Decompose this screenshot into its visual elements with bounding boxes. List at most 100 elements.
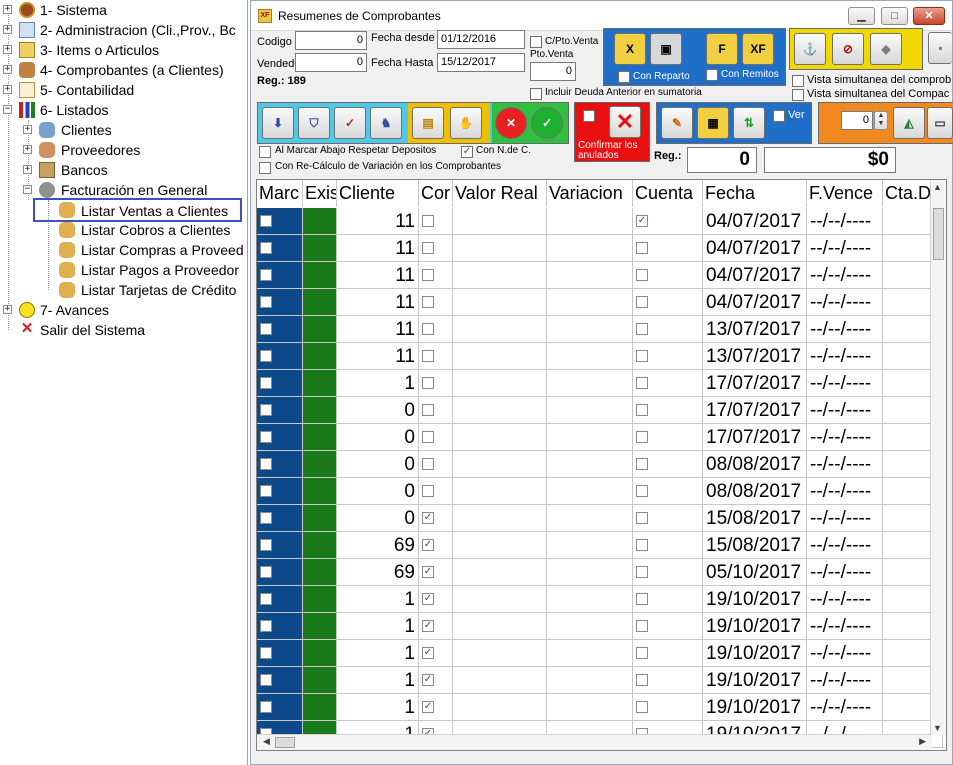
marc-cell[interactable]: [257, 370, 303, 397]
marc-checkbox[interactable]: [260, 620, 272, 632]
marc-cell[interactable]: [257, 586, 303, 613]
accept-icon[interactable]: ✓: [531, 107, 563, 139]
table-row[interactable]: 1 17/07/2017 --/--/----: [257, 370, 943, 397]
cuenta-cell[interactable]: [633, 532, 703, 559]
tree-item-salir[interactable]: ✕ Salir del Sistema: [0, 320, 246, 340]
cuenta-checkbox[interactable]: [636, 485, 648, 497]
cor-checkbox[interactable]: ✓: [422, 566, 434, 578]
cor-cell[interactable]: ✓: [419, 613, 453, 640]
con-ndec-checkbox[interactable]: ✓: [461, 146, 473, 158]
marc-checkbox[interactable]: [260, 350, 272, 362]
cor-cell[interactable]: [419, 397, 453, 424]
marc-checkbox[interactable]: [260, 593, 272, 605]
map-icon[interactable]: ◆: [870, 33, 902, 65]
fecha-hasta-input[interactable]: 15/12/2017: [437, 53, 525, 72]
cuenta-checkbox[interactable]: [636, 242, 648, 254]
cor-checkbox[interactable]: ✓: [422, 701, 434, 713]
marc-checkbox[interactable]: [260, 566, 272, 578]
table-row[interactable]: 11 04/07/2017 --/--/----: [257, 289, 943, 316]
scroll-left-arrow[interactable]: ◀: [263, 736, 270, 747]
column-header[interactable]: Marc: [257, 180, 303, 207]
spin-input[interactable]: 0: [841, 111, 873, 130]
marc-cell[interactable]: [257, 613, 303, 640]
cuenta-checkbox[interactable]: [636, 296, 648, 308]
expand-icon[interactable]: +: [3, 85, 12, 94]
marc-checkbox[interactable]: [260, 215, 272, 227]
table-row[interactable]: 11 ✓ 04/07/2017--/--/---- ▸: [257, 208, 943, 235]
incluir-deuda-checkbox[interactable]: [530, 88, 542, 100]
cor-checkbox[interactable]: [422, 323, 434, 335]
edit-doc-icon[interactable]: ✎: [661, 107, 693, 139]
cuenta-cell[interactable]: [633, 505, 703, 532]
forklift-icon[interactable]: ▣: [650, 33, 682, 65]
marc-cell[interactable]: [257, 262, 303, 289]
cor-cell[interactable]: ✓: [419, 532, 453, 559]
marc-cell[interactable]: [257, 208, 303, 235]
cuenta-cell[interactable]: [633, 559, 703, 586]
sort-arrows-icon[interactable]: ⇅: [733, 107, 765, 139]
expand-icon[interactable]: +: [3, 5, 12, 14]
cpto-venta-checkbox[interactable]: [530, 36, 542, 48]
table-row[interactable]: 0 17/07/2017 --/--/----: [257, 424, 943, 451]
cuenta-cell[interactable]: [633, 586, 703, 613]
table-row[interactable]: 0 17/07/2017 --/--/----: [257, 397, 943, 424]
cor-checkbox[interactable]: ✓: [422, 512, 434, 524]
table-row[interactable]: 1✓ 19/10/2017--/--/----: [257, 613, 943, 640]
cor-cell[interactable]: ✓: [419, 667, 453, 694]
column-header[interactable]: F.Vence: [807, 180, 883, 207]
table-row[interactable]: 0 08/08/2017 --/--/----: [257, 451, 943, 478]
shield-icon[interactable]: ⛉: [298, 107, 330, 139]
cor-cell[interactable]: [419, 478, 453, 505]
tree-item-listar-tarjetas[interactable]: Listar Tarjetas de Crédito: [0, 280, 246, 300]
cor-checkbox[interactable]: ✓: [422, 674, 434, 686]
cuenta-cell[interactable]: ✓: [633, 208, 703, 235]
cor-checkbox[interactable]: [422, 485, 434, 497]
table-row[interactable]: 11 04/07/2017 --/--/----: [257, 235, 943, 262]
table-row[interactable]: 1✓ 19/10/2017--/--/----: [257, 640, 943, 667]
scroll-up-arrow[interactable]: ▲: [933, 182, 942, 192]
person-check-icon[interactable]: ✓: [334, 107, 366, 139]
marc-cell[interactable]: [257, 424, 303, 451]
cor-checkbox[interactable]: [422, 404, 434, 416]
tree-item-administracion[interactable]: + 2- Administracion (Cli.,Prov., Bc: [0, 20, 246, 40]
cuenta-checkbox[interactable]: [636, 674, 648, 686]
fecha-desde-input[interactable]: 01/12/2016: [437, 30, 525, 49]
table-row[interactable]: 69 ✓ 05/10/2017 --/--/----: [257, 559, 943, 586]
marc-checkbox[interactable]: [260, 242, 272, 254]
table-row[interactable]: 69 ✓ 15/08/2017 --/--/----: [257, 532, 943, 559]
marc-cell[interactable]: [257, 667, 303, 694]
collapse-icon[interactable]: −: [3, 105, 12, 114]
expand-icon[interactable]: +: [3, 65, 12, 74]
cor-checkbox[interactable]: [422, 242, 434, 254]
cuenta-checkbox[interactable]: [636, 701, 648, 713]
column-header[interactable]: Fecha: [703, 180, 807, 207]
cor-cell[interactable]: [419, 343, 453, 370]
spin-arrows[interactable]: ▲ ▼: [874, 111, 888, 130]
marc-checkbox[interactable]: [260, 485, 272, 497]
cuenta-checkbox[interactable]: [636, 539, 648, 551]
cuenta-cell[interactable]: [633, 451, 703, 478]
confirmar-checkbox[interactable]: [583, 110, 595, 122]
horizontal-scrollbar[interactable]: ◀ ▶: [257, 734, 932, 750]
cuenta-checkbox[interactable]: [636, 377, 648, 389]
cuenta-cell[interactable]: [633, 262, 703, 289]
column-header[interactable]: Valor Real: [453, 180, 547, 207]
cuenta-cell[interactable]: [633, 316, 703, 343]
cuenta-cell[interactable]: [633, 667, 703, 694]
marc-checkbox[interactable]: [260, 647, 272, 659]
cuenta-checkbox[interactable]: [636, 269, 648, 281]
marc-checkbox[interactable]: [260, 377, 272, 389]
marc-cell[interactable]: [257, 343, 303, 370]
btn-f[interactable]: F: [706, 33, 738, 65]
marc-checkbox[interactable]: [260, 512, 272, 524]
no-entry-icon[interactable]: ⊘: [832, 33, 864, 65]
cor-checkbox[interactable]: [422, 458, 434, 470]
tree-item-listar-cobros[interactable]: Listar Cobros a Clientes: [0, 220, 246, 240]
cuenta-checkbox[interactable]: [636, 512, 648, 524]
cor-cell[interactable]: [419, 208, 453, 235]
cor-checkbox[interactable]: [422, 269, 434, 281]
marc-checkbox[interactable]: [260, 674, 272, 686]
maximize-button[interactable]: □: [881, 7, 908, 25]
marc-cell[interactable]: [257, 559, 303, 586]
cuenta-checkbox[interactable]: ✓: [636, 215, 648, 227]
